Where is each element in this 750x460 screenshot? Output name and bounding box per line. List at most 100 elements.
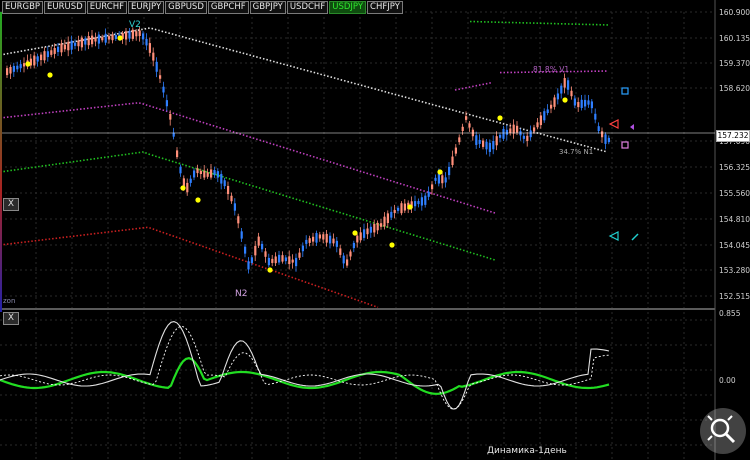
candle-body <box>468 123 471 128</box>
candle-body <box>67 41 70 51</box>
price-tick: 156.325 <box>719 163 750 172</box>
signal-dot <box>562 97 568 103</box>
candle-body <box>220 173 223 184</box>
tab-eurusd[interactable]: EURUSD <box>44 1 86 14</box>
candle-body <box>159 75 162 79</box>
price-tick: 155.560 <box>719 189 750 198</box>
candle-body <box>553 97 556 107</box>
candle-body <box>485 141 488 150</box>
candle-body <box>74 42 77 46</box>
candle-body <box>492 141 495 150</box>
candle-body <box>516 125 519 133</box>
price-chart[interactable]: 160.900160.135159.370158.620157.090156.3… <box>0 0 750 460</box>
tab-eurjpy[interactable]: EURJPY <box>128 1 165 14</box>
tab-gbpchf[interactable]: GBPCHF <box>207 1 249 14</box>
close-icon[interactable]: X <box>3 312 19 325</box>
candle-body <box>563 78 566 88</box>
candle-body <box>352 242 355 249</box>
tab-gbpjpy[interactable]: GBPJPY <box>249 1 286 14</box>
candle-body <box>431 184 434 190</box>
zoom-icon[interactable] <box>700 408 746 454</box>
candle-body <box>478 139 481 144</box>
candle-body <box>237 216 240 224</box>
close-icon[interactable]: X <box>3 198 19 211</box>
candle-body <box>584 99 587 107</box>
candle-body <box>495 136 498 146</box>
candle-body <box>145 38 148 46</box>
candle-body <box>40 54 43 61</box>
candle-body <box>36 56 39 62</box>
candle-body <box>278 254 281 263</box>
moving-averages <box>0 20 609 309</box>
tab-usdjpy[interactable]: USDJPY <box>329 1 367 14</box>
candle-body <box>315 233 318 243</box>
tab-chfjpy[interactable]: CHFJPY <box>367 1 403 14</box>
candle-body <box>376 222 379 231</box>
candle-body <box>383 216 386 227</box>
oscillator-green <box>0 357 610 395</box>
signal-dot <box>180 185 186 191</box>
candle-body <box>417 200 420 205</box>
candle-body <box>94 37 97 42</box>
sell-signal-icon <box>621 141 629 149</box>
candle-body <box>393 209 396 213</box>
tab-eurgbp[interactable]: EURGBP <box>2 1 44 14</box>
candle-body <box>414 201 417 207</box>
tab-gbpusd[interactable]: GBPUSD <box>165 1 207 14</box>
candle-body <box>502 128 505 139</box>
candle-body <box>536 122 539 128</box>
candle-body <box>223 180 226 187</box>
candle-body <box>509 128 512 133</box>
tab-usdchf[interactable]: USDCHF <box>286 1 329 14</box>
candle-body <box>271 258 274 263</box>
candle-body <box>601 131 604 138</box>
oscillator-white <box>0 321 610 410</box>
candle-body <box>216 171 219 178</box>
candle-body <box>9 66 12 74</box>
candle-body <box>400 203 403 214</box>
indicator-tick: 0.855 <box>719 309 741 318</box>
signal-dot <box>195 197 201 203</box>
candle-body <box>312 236 315 242</box>
candle-body <box>434 177 437 181</box>
candle-body <box>590 101 593 109</box>
candle-body <box>437 173 440 184</box>
signal-dot <box>267 267 273 273</box>
candle-body <box>550 104 553 109</box>
candle-body <box>427 191 430 197</box>
candle-body <box>488 142 491 152</box>
candle-body <box>267 257 270 266</box>
candle-body <box>46 51 49 58</box>
ma-magenta <box>0 101 496 214</box>
candle-body <box>546 109 549 113</box>
zone-label: zon <box>3 297 15 305</box>
candle-body <box>560 85 563 94</box>
signal-dot <box>497 115 503 121</box>
candle-body <box>250 257 253 264</box>
tab-eurchf[interactable]: EURCHF <box>86 1 128 14</box>
candle-body <box>203 170 206 178</box>
candle-body <box>257 236 260 246</box>
candle-body <box>363 229 366 238</box>
candle-body <box>97 34 100 44</box>
candle-body <box>597 126 600 131</box>
signal-dot <box>117 35 123 41</box>
arrow-icon <box>630 124 634 130</box>
candle-body <box>465 116 468 120</box>
price-tick: 158.620 <box>719 84 750 93</box>
candle-body <box>454 147 457 154</box>
candle-body <box>295 257 298 267</box>
price-tick: 159.370 <box>719 59 750 68</box>
candle-body <box>587 100 590 105</box>
candle-body <box>43 51 46 61</box>
candle-body <box>322 234 325 240</box>
candle-body <box>240 231 243 239</box>
candle-body <box>108 36 111 40</box>
candle-body <box>77 40 80 47</box>
candle-body <box>227 185 230 195</box>
candle-body <box>199 170 202 174</box>
candle-body <box>577 102 580 108</box>
signal-dot <box>47 72 53 78</box>
candle-body <box>244 246 247 254</box>
candle-body <box>91 35 94 45</box>
